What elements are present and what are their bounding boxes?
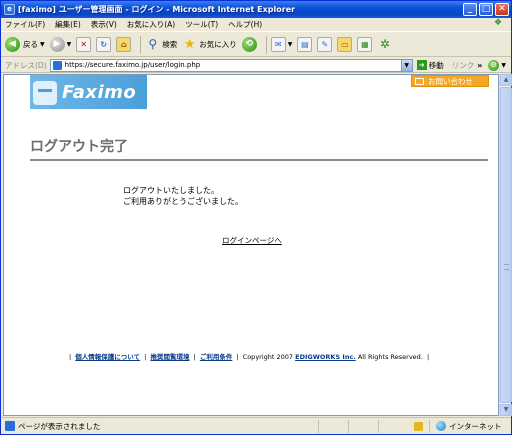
minimize-button[interactable]: _: [463, 3, 477, 16]
web-page: Faximo お問い合わせ ログアウト完了 ログアウトいたしました。 ご利用あり…: [4, 75, 498, 415]
menu-help[interactable]: ヘルプ(H): [228, 19, 262, 30]
windows-logo-icon: ❖: [493, 18, 503, 28]
chevron-down-icon: ▼: [66, 41, 72, 48]
lock-icon: [414, 421, 423, 431]
menu-bar: ファイル(F) 編集(E) 表示(V) お気に入り(A) ツール(T) ヘルプ(…: [1, 18, 511, 32]
page-icon: [52, 60, 62, 70]
page-title: ログアウト完了: [30, 139, 128, 155]
back-label: 戻る: [23, 40, 38, 49]
copyright-prefix: Copyright 2007: [242, 353, 294, 361]
back-arrow-icon: ◀: [5, 37, 20, 52]
favorites-button[interactable]: ★ お気に入り: [182, 37, 237, 52]
star-icon: ★: [183, 37, 196, 52]
menu-edit[interactable]: 編集(E): [55, 19, 81, 30]
history-button[interactable]: ⟲: [241, 37, 257, 52]
vertical-scrollbar[interactable]: ▲ ▼: [499, 74, 512, 416]
address-bar: アドレス(D) https://secure.faximo.jp/user/lo…: [1, 58, 511, 73]
home-icon: ⌂: [116, 37, 132, 52]
research-button[interactable]: ▦: [357, 37, 373, 52]
search-label: 検索: [162, 40, 178, 49]
chevron-down-icon: ▼: [287, 41, 293, 48]
address-label: アドレス(D): [5, 60, 47, 70]
refresh-button[interactable]: ↻: [96, 37, 112, 52]
stop-button[interactable]: ✕: [76, 37, 92, 52]
tools-icon: ⚙: [488, 59, 500, 71]
scroll-down-icon[interactable]: ▼: [500, 404, 512, 416]
back-button[interactable]: ◀ 戻る ▼: [5, 37, 45, 52]
tools-button[interactable]: ⚙ ▼: [488, 59, 506, 71]
toolbar: ◀ 戻る ▼ ▶ ▼ ✕ ↻ ⌂ ⚲ 検索 ★ お気に入り ⟲ ✉ ▼ ▤ ✎ …: [1, 33, 511, 57]
browser-env-link[interactable]: 推奨閲覧環境: [150, 353, 189, 361]
ie-icon: e: [4, 4, 15, 15]
edit-icon: ✎: [317, 37, 333, 52]
address-input[interactable]: https://secure.faximo.jp/user/login.php …: [49, 58, 413, 72]
address-dropdown-icon[interactable]: ▼: [400, 59, 412, 71]
company-link[interactable]: EDIGWORKS Inc.: [295, 353, 356, 361]
links-chevron[interactable]: »: [477, 61, 482, 70]
title-bar: e [faximo] ユーザー管理画面 - ログイン - Microsoft I…: [1, 1, 511, 18]
status-bar: ページが表示されました インターネット: [1, 417, 511, 434]
folder-icon: ▭: [337, 37, 353, 52]
menu-tools[interactable]: ツール(T): [185, 19, 218, 30]
refresh-icon: ↻: [96, 37, 112, 52]
logout-message: ログアウトいたしました。 ご利用ありがとうございました。: [123, 185, 243, 207]
messenger-icon: ✲: [379, 37, 390, 51]
links-label[interactable]: リンク: [452, 60, 475, 71]
security-zone: インターネット: [436, 421, 502, 432]
search-icon: ⚲: [148, 37, 158, 51]
home-button[interactable]: ⌂: [116, 37, 132, 52]
close-button[interactable]: ✕: [495, 3, 509, 16]
logo-text: Faximo: [62, 82, 137, 103]
stop-icon: ✕: [76, 37, 92, 52]
message-line-2: ご利用ありがとうございました。: [123, 197, 243, 206]
menu-file[interactable]: ファイル(F): [5, 19, 45, 30]
toolbar-divider: [265, 35, 267, 54]
chevron-down-icon: ▼: [40, 41, 45, 48]
status-text: ページが表示されました: [18, 421, 101, 431]
go-label: 移動: [428, 60, 444, 70]
printer-icon: ▤: [297, 37, 313, 52]
favorites-label: お気に入り: [199, 40, 237, 49]
chevron-down-icon: ▼: [501, 61, 506, 69]
globe-icon: [436, 421, 446, 431]
zone-label: インターネット: [449, 421, 502, 431]
terms-link[interactable]: ご利用条件: [200, 353, 233, 361]
edit-button[interactable]: ✎: [317, 37, 333, 52]
go-arrow-icon: ➜: [416, 60, 427, 70]
toolbar-divider: [140, 35, 142, 54]
window-title: [faximo] ユーザー管理画面 - ログイン - Microsoft Int…: [18, 5, 296, 14]
book-icon: ▦: [357, 37, 373, 52]
contact-label: お問い合わせ: [428, 76, 473, 86]
scroll-up-icon[interactable]: ▲: [500, 74, 512, 86]
fax-mascot-icon: [33, 81, 57, 105]
mail-button[interactable]: ✉ ▼: [270, 37, 293, 52]
title-divider: [30, 159, 488, 161]
privacy-link[interactable]: 個人情報保護について: [75, 353, 140, 361]
page-done-icon: [5, 421, 15, 431]
message-line-1: ログアウトいたしました。: [123, 186, 219, 195]
discuss-button[interactable]: ▭: [337, 37, 353, 52]
menu-favorites[interactable]: お気に入り(A): [127, 19, 175, 30]
contact-button[interactable]: お問い合わせ: [411, 75, 489, 87]
copyright-suffix: All Rights Reserved.: [357, 353, 423, 361]
faximo-logo: Faximo: [30, 75, 147, 109]
scroll-thumb[interactable]: [500, 87, 512, 403]
history-icon: ⟲: [241, 37, 257, 52]
go-button[interactable]: ➜ 移動: [416, 60, 444, 71]
address-url: https://secure.faximo.jp/user/login.php: [64, 61, 201, 69]
mail-icon: ✉: [270, 37, 286, 52]
browser-window: e [faximo] ユーザー管理画面 - ログイン - Microsoft I…: [0, 0, 512, 435]
mail-icon: [415, 77, 424, 85]
page-viewport: Faximo お問い合わせ ログアウト完了 ログアウトいたしました。 ご利用あり…: [3, 74, 499, 416]
print-button[interactable]: ▤: [297, 37, 313, 52]
messenger-button[interactable]: ✲: [377, 37, 392, 52]
maximize-button[interactable]: □: [479, 3, 493, 16]
forward-arrow-icon: ▶: [49, 37, 65, 52]
forward-button[interactable]: ▶ ▼: [49, 37, 72, 52]
menu-view[interactable]: 表示(V): [91, 19, 117, 30]
login-page-link[interactable]: ログインページへ: [222, 235, 282, 246]
footer: | 個人情報保護について | 推奨閲覧環境 | ご利用条件 | Copyrigh…: [69, 353, 430, 361]
search-button[interactable]: ⚲ 検索: [145, 37, 177, 52]
